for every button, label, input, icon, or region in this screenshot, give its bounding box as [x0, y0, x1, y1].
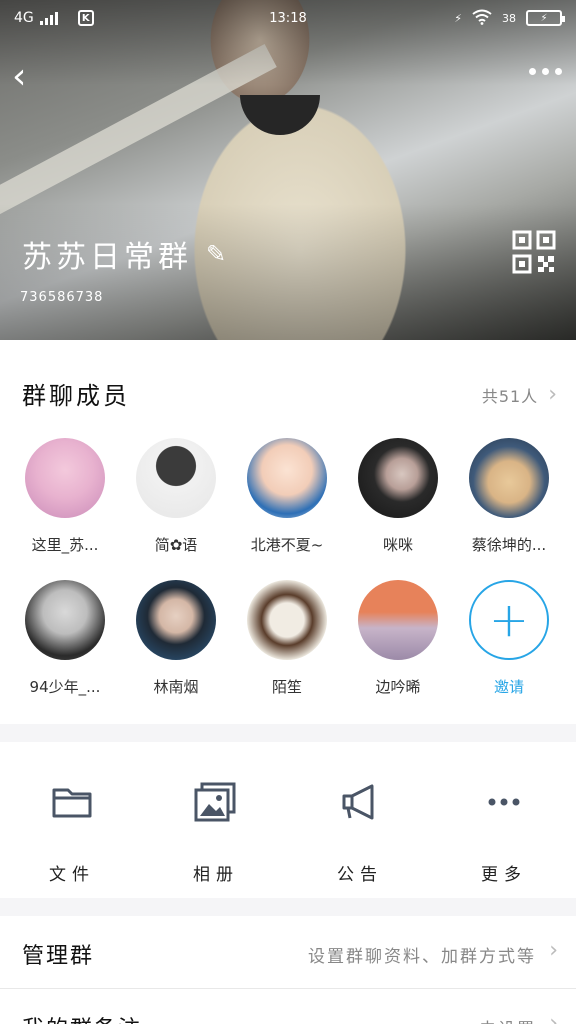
tool-label: 公告	[337, 865, 383, 885]
member-item[interactable]: 林南烟	[121, 580, 231, 697]
more-tools-button[interactable]: 更多	[432, 742, 576, 898]
member-avatar	[25, 580, 105, 660]
megaphone-icon	[342, 784, 374, 820]
manage-group-title: 管理群	[22, 944, 95, 969]
member-avatar	[136, 438, 216, 518]
member-avatar	[358, 438, 438, 518]
invite-button[interactable]: + 邀请	[454, 580, 564, 697]
album-icon	[194, 782, 236, 822]
battery-icon: ⚡	[526, 10, 565, 26]
announcement-button[interactable]: 公告	[288, 742, 432, 898]
member-avatar	[247, 580, 327, 660]
files-button[interactable]: 文件	[0, 742, 144, 898]
chevron-right-icon: ›	[549, 938, 558, 963]
chevron-right-icon: ›	[549, 1011, 558, 1024]
more-options-button[interactable]	[529, 68, 562, 75]
qr-code-icon[interactable]	[512, 230, 556, 274]
tool-label: 更多	[481, 865, 527, 885]
member-item[interactable]: 咪咪	[343, 438, 453, 555]
album-button[interactable]: 相册	[144, 742, 288, 898]
member-item[interactable]: 94少年_...	[10, 580, 120, 697]
plus-icon: +	[469, 580, 549, 660]
member-name: 蔡徐坤的...	[471, 536, 547, 554]
manage-group-hint: 设置群聊资料、加群方式等	[308, 947, 536, 967]
group-remark-hint: 未设置	[479, 1015, 536, 1024]
member-name: 林南烟	[153, 678, 199, 696]
invite-label: 邀请	[493, 678, 524, 696]
members-section: 群聊成员 共51人 › 这里_苏... 简✿语 北港不夏~ 咪咪 蔡徐坤的...…	[0, 340, 576, 724]
member-item[interactable]: 陌笙	[232, 580, 342, 697]
status-time: 13:18	[269, 10, 307, 26]
member-avatar	[25, 438, 105, 518]
member-item[interactable]: 这里_苏...	[10, 438, 120, 555]
group-id: 736586738	[20, 290, 104, 305]
cover-shade	[0, 0, 576, 340]
member-avatar	[136, 580, 216, 660]
member-name: 陌笙	[271, 678, 302, 696]
members-title: 群聊成员	[22, 382, 130, 410]
member-item[interactable]: 简✿语	[121, 438, 231, 555]
group-remark-title: 我的群备注	[22, 1011, 142, 1024]
group-tools: 文件 相册 公告 更多	[0, 742, 576, 898]
tool-label: 相册	[193, 865, 239, 885]
chevron-right-icon: ›	[548, 382, 558, 407]
tool-label: 文件	[49, 865, 95, 885]
group-remark-row[interactable]: 我的群备注 未设置 ›	[0, 989, 576, 1024]
group-name: 苏苏日常群	[22, 240, 192, 275]
member-avatar	[247, 438, 327, 518]
member-name: 94少年_...	[29, 678, 101, 696]
folder-icon	[52, 788, 92, 818]
member-count: 共51人	[481, 386, 539, 406]
group-cover-image: 4G K 13:18 ⚡ 38 ⚡ ‹ 苏苏日常群 ✎ 736586738	[0, 0, 576, 340]
member-name: 咪咪	[382, 536, 413, 554]
back-button[interactable]: ‹	[12, 58, 42, 98]
member-avatar	[469, 438, 549, 518]
member-name: 这里_苏...	[31, 536, 99, 554]
member-name: 边吟晞	[375, 678, 421, 696]
member-name: 简✿语	[154, 536, 198, 554]
more-dots-icon	[488, 798, 520, 806]
edit-pencil-icon[interactable]: ✎	[206, 240, 230, 268]
group-name-row: 苏苏日常群 ✎	[22, 232, 230, 276]
manage-group-row[interactable]: 管理群 设置群聊资料、加群方式等 ›	[0, 916, 576, 988]
member-count-link[interactable]: 共51人 ›	[482, 382, 558, 407]
member-avatar	[358, 580, 438, 660]
status-bar: 4G K 13:18 ⚡ 38 ⚡	[0, 0, 576, 36]
member-item[interactable]: 边吟晞	[343, 580, 453, 697]
member-item[interactable]: 蔡徐坤的...	[454, 438, 564, 555]
member-item[interactable]: 北港不夏~	[232, 438, 342, 555]
member-name: 北港不夏~	[250, 536, 324, 554]
